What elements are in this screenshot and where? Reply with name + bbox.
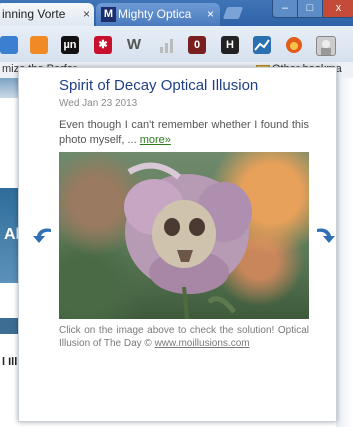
tab-label: Mighty Optica xyxy=(118,7,192,21)
tab-close-icon[interactable]: × xyxy=(83,3,90,26)
graph-icon[interactable] xyxy=(253,36,271,54)
fox-icon[interactable] xyxy=(285,36,303,54)
profile-icon[interactable] xyxy=(316,36,336,56)
rose-skull-image xyxy=(124,162,252,319)
monitor-icon[interactable] xyxy=(0,36,18,54)
lastpass-icon[interactable]: ✱ xyxy=(94,36,112,54)
tab-winning-vortex[interactable]: inning Vorte × xyxy=(0,3,94,26)
page-right-edge xyxy=(336,78,353,427)
w-icon[interactable]: W xyxy=(125,36,143,54)
badge-icon[interactable]: 0 xyxy=(188,36,206,54)
post-title[interactable]: Spirit of Decay Optical Illusion xyxy=(59,77,258,94)
illusion-popup: Spirit of Decay Optical Illusion Wed Jan… xyxy=(18,67,337,422)
tab-mighty-optical[interactable]: M Mighty Optica × xyxy=(96,3,220,26)
illusion-photo[interactable] xyxy=(59,152,309,319)
signal-icon[interactable] xyxy=(158,36,176,54)
close-window-button[interactable]: x xyxy=(322,0,353,18)
site-favicon-icon: M xyxy=(101,7,116,22)
tab-close-icon[interactable]: × xyxy=(207,3,214,26)
minimize-button[interactable]: – xyxy=(272,0,298,18)
moillusions-link[interactable]: www.moillusions.com xyxy=(155,338,250,349)
tab-strip: inning Vorte × M Mighty Optica × – □ x xyxy=(0,0,353,26)
page-text: l Ill xyxy=(2,356,18,368)
ufo-icon[interactable]: µn xyxy=(61,36,79,54)
post-date: Wed Jan 23 2013 xyxy=(59,98,138,109)
tab-label: inning Vorte xyxy=(2,7,66,21)
extensions-toolbar: µn ✱ W 0 H xyxy=(0,26,353,63)
post-excerpt: Even though I can't remember whether I f… xyxy=(59,118,309,148)
excerpt-text: Even though I can't remember whether I f… xyxy=(59,119,309,146)
maximize-button[interactable]: □ xyxy=(297,0,323,18)
more-link[interactable]: more» xyxy=(140,134,171,146)
image-caption: Click on the image above to check the so… xyxy=(59,324,309,350)
next-arrow-icon[interactable] xyxy=(315,223,337,245)
new-tab-button[interactable] xyxy=(222,7,244,19)
h-icon[interactable]: H xyxy=(221,36,239,54)
previous-arrow-icon[interactable] xyxy=(31,223,53,245)
chart-icon[interactable] xyxy=(30,36,48,54)
